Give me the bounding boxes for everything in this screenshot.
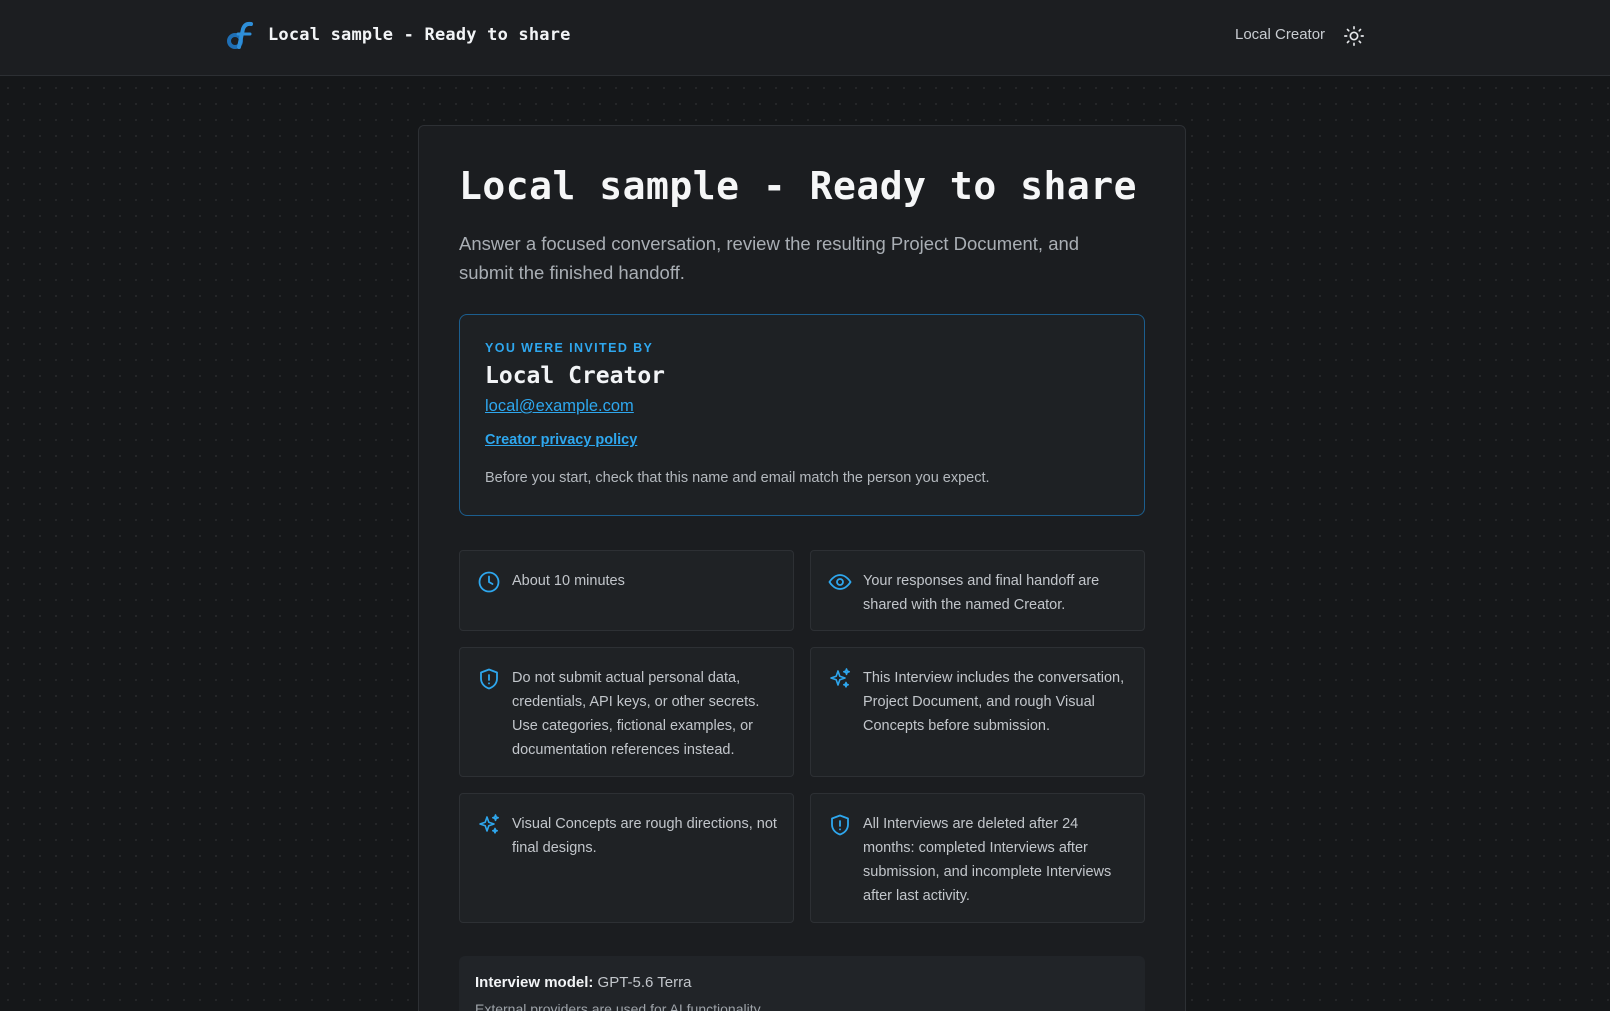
invite-note: Before you start, check that this name a… bbox=[485, 470, 990, 486]
brand-logo-icon bbox=[227, 21, 253, 49]
model-value: GPT-5.6 Terra bbox=[597, 974, 692, 991]
model-note: External providers are used for AI funct… bbox=[475, 1001, 764, 1011]
info-text: Do not submit actual personal data, cred… bbox=[512, 670, 760, 758]
model-panel: Interview model: GPT-5.6 Terra External … bbox=[459, 956, 1145, 1011]
info-tile-secrets: Do not submit actual personal data, cred… bbox=[459, 647, 794, 777]
main-card: Local sample - Ready to share Answer a f… bbox=[418, 125, 1186, 1011]
info-tile-retention: All Interviews are deleted after 24 mont… bbox=[810, 793, 1145, 923]
info-text: Visual Concepts are rough directions, no… bbox=[512, 816, 777, 856]
clock-icon bbox=[478, 571, 500, 593]
info-text: This Interview includes the conversation… bbox=[863, 670, 1125, 734]
user-name: Local Creator bbox=[1235, 26, 1326, 43]
sparkles-icon bbox=[830, 668, 850, 688]
eye-icon bbox=[828, 574, 852, 590]
info-tile-contents: This Interview includes the conversation… bbox=[810, 647, 1145, 777]
invite-creator-name: Local Creator bbox=[485, 363, 666, 389]
invite-kicker: YOU WERE INVITED BY bbox=[485, 341, 654, 355]
shield-icon bbox=[831, 814, 849, 836]
info-tile-visual-concepts: Visual Concepts are rough directions, no… bbox=[459, 793, 794, 923]
creator-privacy-policy-link[interactable]: Creator privacy policy bbox=[485, 432, 637, 448]
shield-icon bbox=[480, 668, 498, 690]
invite-email-link[interactable]: local@example.com bbox=[485, 397, 634, 416]
info-text: All Interviews are deleted after 24 mont… bbox=[863, 816, 1112, 904]
info-text: About 10 minutes bbox=[512, 573, 625, 589]
page-title: Local sample - Ready to share bbox=[459, 164, 1137, 208]
top-bar: Local sample - Ready to share Local Crea… bbox=[0, 0, 1610, 76]
page-subtitle: Answer a focused conversation, review th… bbox=[459, 233, 1080, 283]
info-text: Your responses and final handoff are sha… bbox=[863, 573, 1100, 613]
app-title: Local sample - Ready to share bbox=[268, 25, 571, 45]
invite-panel: YOU WERE INVITED BY Local Creator local@… bbox=[459, 314, 1145, 516]
info-tile-duration: About 10 minutes bbox=[459, 550, 794, 631]
sun-icon[interactable] bbox=[1343, 25, 1365, 47]
sparkles-icon bbox=[479, 814, 499, 834]
model-line: Interview model: GPT-5.6 Terra bbox=[475, 974, 691, 991]
model-label: Interview model: bbox=[475, 974, 594, 991]
info-tile-sharing: Your responses and final handoff are sha… bbox=[810, 550, 1145, 631]
brand[interactable]: Local sample - Ready to share bbox=[226, 20, 571, 50]
